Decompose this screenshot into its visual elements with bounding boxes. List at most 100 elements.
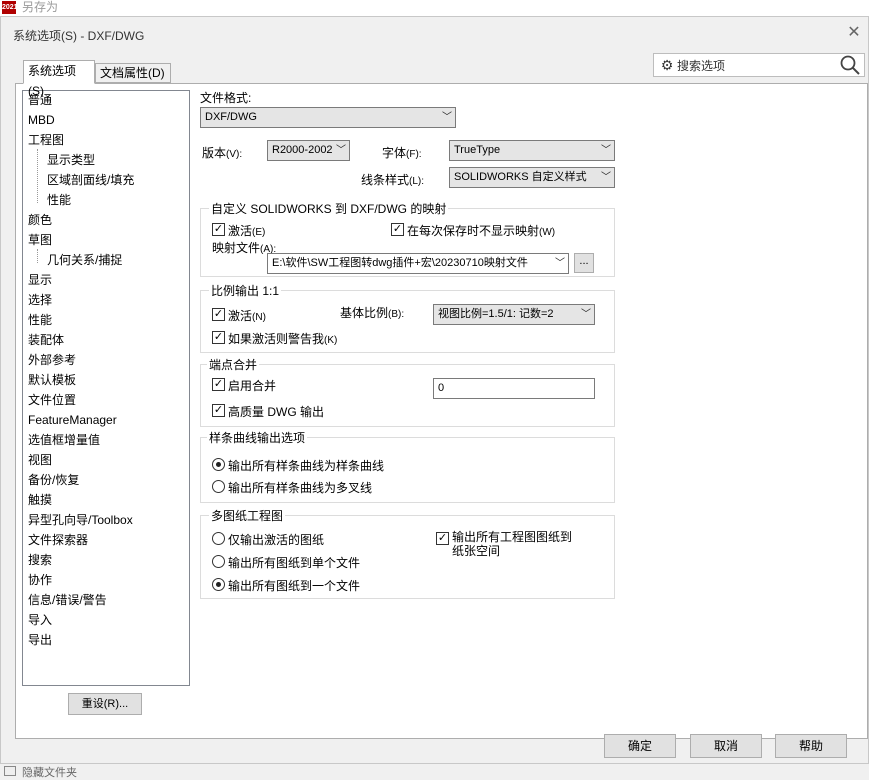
base-scale-select[interactable]: 视图比例=1.5/1: 记数=2 ﹀	[433, 304, 595, 325]
no-show-mapping-label-text: 在每次保存时不显示映射	[407, 224, 540, 238]
tree-item-colors[interactable]: 颜色	[28, 212, 52, 228]
file-format-select[interactable]: DXF/DWG ﹀	[200, 107, 456, 128]
spline-as-polyline-radio[interactable]	[212, 480, 225, 493]
tree-item-default-templates[interactable]: 默认模板	[28, 372, 76, 388]
hq-dwg-checkbox[interactable]: ✓	[212, 404, 225, 417]
tree-item-display[interactable]: 显示	[28, 272, 52, 288]
sheets-to-one-file-label: 输出所有图纸到一个文件	[228, 579, 361, 593]
enable-merge-checkbox[interactable]: ✓	[212, 378, 225, 391]
spline-as-spline-radio[interactable]	[212, 458, 225, 471]
mapping-file-label-text: 映射文件	[212, 241, 261, 255]
base-scale-value: 视图比例=1.5/1: 记数=2	[438, 308, 554, 320]
tree-item-relations-snaps[interactable]: 几何关系/捕捉	[47, 252, 122, 268]
tree-item-collaboration[interactable]: 协作	[28, 572, 52, 588]
chevron-down-icon: ﹀	[581, 309, 591, 320]
tree-item-hole-wizard-toolbox[interactable]: 异型孔向导/Toolbox	[28, 512, 133, 528]
hq-dwg-label: 高质量 DWG 输出	[228, 405, 324, 419]
sheets-to-separate-files-label: 输出所有图纸到单个文件	[228, 556, 361, 570]
tree-item-touch[interactable]: 触摸	[28, 492, 52, 508]
no-show-mapping-checkbox[interactable]: ✓	[391, 223, 404, 236]
spline-as-polyline-label: 输出所有样条曲线为多叉线	[228, 481, 373, 495]
tree-item-view[interactable]: 视图	[28, 452, 52, 468]
font-label: 字体(F):	[382, 144, 422, 161]
enable-merge-label: 启用合并	[228, 379, 277, 393]
base-scale-shortcut: (B):	[388, 309, 405, 320]
scale-activate-label: 激活(N)	[228, 307, 266, 324]
scale-activate-checkbox[interactable]: ✓	[212, 308, 225, 321]
file-format-value: DXF/DWG	[205, 111, 257, 123]
tree-item-backup-recover[interactable]: 备份/恢复	[28, 472, 79, 488]
spline-as-spline-label: 输出所有样条曲线为样条曲线	[228, 459, 385, 473]
mapping-activate-checkbox[interactable]: ✓	[212, 223, 225, 236]
tree-item-search[interactable]: 搜索	[28, 552, 52, 568]
base-scale-label-text: 基体比例	[340, 306, 389, 320]
tree-item-sketch[interactable]: 草图	[28, 232, 52, 248]
help-button[interactable]: 帮助	[775, 734, 847, 758]
font-select[interactable]: TrueType ﹀	[449, 140, 615, 161]
tree-connector-line	[37, 149, 38, 203]
chevron-down-icon: ﹀	[442, 112, 452, 123]
version-value: R2000-2002	[272, 144, 333, 156]
version-select[interactable]: R2000-2002 ﹀	[267, 140, 350, 161]
line-style-select[interactable]: SOLIDWORKS 自定义样式 ﹀	[449, 167, 615, 188]
system-options-dialog: 系统选项(S) - DXF/DWG ✕ ⚙ 搜索选项 系统选项(S) 文档属性(…	[0, 16, 869, 764]
tab-system-options[interactable]: 系统选项(S)	[23, 60, 95, 98]
chevron-down-icon: ﹀	[601, 145, 611, 156]
tree-item-performance[interactable]: 性能	[28, 312, 52, 328]
mapping-file-select[interactable]: E:\软件\SW工程图转dwg插件+宏\20230710映射文件 ﹀	[267, 253, 569, 274]
font-value: TrueType	[454, 144, 501, 156]
tree-item-selection[interactable]: 选择	[28, 292, 52, 308]
line-style-label-text: 线条样式	[361, 173, 410, 187]
mapping-activate-shortcut: (E)	[252, 227, 266, 238]
scale-warn-label: 如果激活则警告我(K)	[228, 330, 337, 347]
chevron-down-icon: ﹀	[601, 172, 611, 183]
tree-item-import[interactable]: 导入	[28, 612, 52, 628]
cancel-button[interactable]: 取消	[690, 734, 762, 758]
spline-output-group-title: 样条曲线输出选项	[207, 429, 308, 446]
base-scale-label: 基体比例(B):	[340, 304, 404, 321]
tree-item-assemblies[interactable]: 装配体	[28, 332, 64, 348]
scale-activate-label-text: 激活	[228, 309, 253, 323]
browse-mapping-file-button[interactable]: ...	[574, 253, 594, 273]
sheets-to-separate-files-radio[interactable]	[212, 555, 225, 568]
reset-button[interactable]: 重设(R)...	[68, 693, 142, 715]
no-show-mapping-shortcut: (W)	[539, 227, 556, 238]
tree-item-export[interactable]: 导出	[28, 632, 52, 648]
tree-item-file-locations[interactable]: 文件位置	[28, 392, 76, 408]
mapping-activate-label: 激活(E)	[228, 222, 265, 239]
hide-folders-link[interactable]: 隐藏文件夹	[22, 764, 77, 780]
tree-item-mbd[interactable]: MBD	[28, 112, 55, 128]
tree-item-display-style[interactable]: 显示类型	[47, 152, 95, 168]
tree-item-messages-errors-warnings[interactable]: 信息/错误/警告	[28, 592, 107, 608]
chevron-down-icon: ﹀	[336, 145, 346, 156]
close-icon[interactable]: ✕	[846, 25, 862, 41]
parent-window-titlebar	[0, 0, 869, 16]
search-icon[interactable]	[839, 54, 861, 76]
tree-item-featuremanager[interactable]: FeatureManager	[28, 412, 117, 428]
active-sheet-only-radio[interactable]	[212, 532, 225, 545]
search-options-gear-icon[interactable]: ⚙	[659, 57, 675, 73]
tree-item-file-explorer[interactable]: 文件探索器	[28, 532, 88, 548]
ok-button[interactable]: 确定	[604, 734, 676, 758]
tree-item-drawings[interactable]: 工程图	[28, 132, 64, 148]
paper-space-checkbox[interactable]: ✓	[436, 532, 449, 545]
tree-connector-line	[37, 249, 38, 263]
multisheet-group-title: 多图纸工程图	[209, 507, 286, 524]
tree-item-spin-box-increments[interactable]: 选值框增量值	[28, 432, 100, 448]
version-shortcut: (V):	[226, 149, 243, 160]
merge-tolerance-input[interactable]: 0	[433, 378, 595, 399]
paper-space-label-line2: 纸张空间	[452, 544, 501, 558]
scale-warn-checkbox[interactable]: ✓	[212, 331, 225, 344]
options-tree[interactable]: 普通 MBD 工程图 显示类型 区域剖面线/填充 性能 颜色 草图 几何关系/捕…	[22, 90, 190, 686]
version-label: 版本(V):	[202, 144, 242, 161]
tree-item-external-references[interactable]: 外部参考	[28, 352, 76, 368]
chevron-down-icon: ﹀	[555, 258, 565, 269]
tree-item-hatch-fill[interactable]: 区域剖面线/填充	[47, 172, 134, 188]
tree-item-drawing-performance[interactable]: 性能	[47, 192, 71, 208]
collapse-folders-icon[interactable]	[4, 766, 16, 776]
scale-warn-shortcut: (K)	[324, 335, 338, 346]
tab-document-properties[interactable]: 文档属性(D)	[95, 63, 171, 83]
sheets-to-one-file-radio[interactable]	[212, 578, 225, 591]
scale-activate-shortcut: (N)	[252, 312, 266, 323]
version-label-text: 版本	[202, 146, 227, 160]
